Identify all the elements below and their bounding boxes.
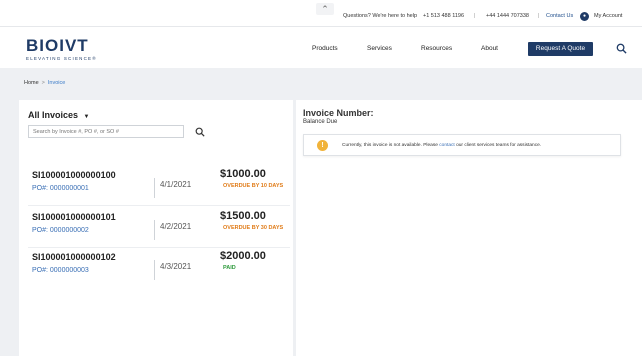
po-number: PO#: 0000000001 — [32, 185, 89, 192]
balance-due-label: Balance Due — [303, 119, 338, 125]
unavailable-alert: ! Currently, this invoice is not availab… — [303, 134, 621, 156]
alert-text-after: our client services teams for assistance… — [456, 143, 542, 148]
row-divider — [28, 247, 290, 248]
nav-resources[interactable]: Resources — [421, 45, 452, 52]
breadcrumb-home[interactable]: Home — [24, 80, 39, 86]
warning-icon: ! — [317, 140, 328, 151]
nav-about[interactable]: About — [481, 45, 498, 52]
phone-intl[interactable]: +44 1444 707338 — [486, 13, 529, 19]
invoice-id[interactable]: SI100001000000100 — [32, 170, 116, 180]
separator: | — [474, 13, 476, 19]
phone-us[interactable]: +1 513 488 1196 — [423, 13, 464, 19]
caret-down-icon: ▼ — [83, 114, 90, 120]
breadcrumb-current: Invoice — [47, 80, 66, 86]
nav-products[interactable]: Products — [312, 45, 338, 52]
utility-bar: ⌃ Questions? We're here to help +1 513 4… — [0, 0, 642, 26]
invoice-row[interactable]: SI100001000000102 PO#: 0000000003 4/3/20… — [28, 250, 290, 292]
status-badge: OVERDUE BY 10 DAYS — [223, 183, 284, 189]
breadcrumb: Home > Invoice — [24, 80, 65, 86]
logo-tagline: ELEVATING SCIENCE® — [26, 56, 97, 61]
po-number: PO#: 0000000003 — [32, 267, 89, 274]
invoice-number-heading: Invoice Number: — [303, 108, 374, 118]
invoice-row[interactable]: SI100001000000101 PO#: 0000000002 4/2/20… — [28, 210, 290, 252]
logo[interactable]: BIOIVT — [26, 37, 89, 54]
search-icon[interactable] — [616, 43, 627, 54]
invoice-date: 4/2/2021 — [160, 222, 192, 231]
account-icon[interactable]: ● — [580, 12, 589, 21]
alert-message: Currently, this invoice is not available… — [342, 143, 541, 148]
divider — [154, 178, 155, 198]
help-text: Questions? We're here to help — [343, 13, 418, 19]
my-account-link[interactable]: My Account — [594, 13, 622, 19]
breadcrumb-separator: > — [41, 80, 45, 86]
invoice-amount: $2000.00 — [220, 250, 266, 262]
separator: | — [538, 13, 540, 19]
invoice-filter-dropdown[interactable]: All Invoices ▼ — [28, 110, 90, 120]
contact-link[interactable]: contact — [439, 143, 454, 148]
invoice-amount: $1000.00 — [220, 168, 266, 180]
row-divider — [28, 205, 290, 206]
divider — [154, 260, 155, 280]
invoice-date: 4/3/2021 — [160, 262, 192, 271]
invoice-date: 4/1/2021 — [160, 180, 192, 189]
invoice-list-panel: All Invoices ▼ SI100001000000100 PO#: 00… — [19, 100, 293, 356]
contact-us-link[interactable]: Contact Us — [546, 13, 573, 19]
invoice-id[interactable]: SI100001000000102 — [32, 252, 116, 262]
chevron-up-icon[interactable]: ⌃ — [316, 3, 334, 15]
status-badge: PAID — [223, 265, 236, 271]
invoice-amount: $1500.00 — [220, 210, 266, 222]
invoice-row[interactable]: SI100001000000100 PO#: 0000000001 4/1/20… — [28, 168, 290, 210]
nav-services[interactable]: Services — [367, 45, 392, 52]
invoice-filter-label: All Invoices — [28, 110, 79, 120]
status-badge: OVERDUE BY 30 DAYS — [223, 225, 284, 231]
invoice-id[interactable]: SI100001000000101 — [32, 212, 116, 222]
request-quote-button[interactable]: Request A Quote — [528, 42, 593, 56]
invoice-search-input[interactable] — [28, 125, 184, 138]
site-header: BIOIVT ELEVATING SCIENCE® Products Servi… — [0, 26, 642, 68]
invoice-detail-panel: Invoice Number: Balance Due ! Currently,… — [296, 100, 642, 356]
divider — [154, 220, 155, 240]
search-icon[interactable] — [195, 127, 205, 137]
alert-text-before: Currently, this invoice is not available… — [342, 143, 438, 148]
po-number: PO#: 0000000002 — [32, 227, 89, 234]
